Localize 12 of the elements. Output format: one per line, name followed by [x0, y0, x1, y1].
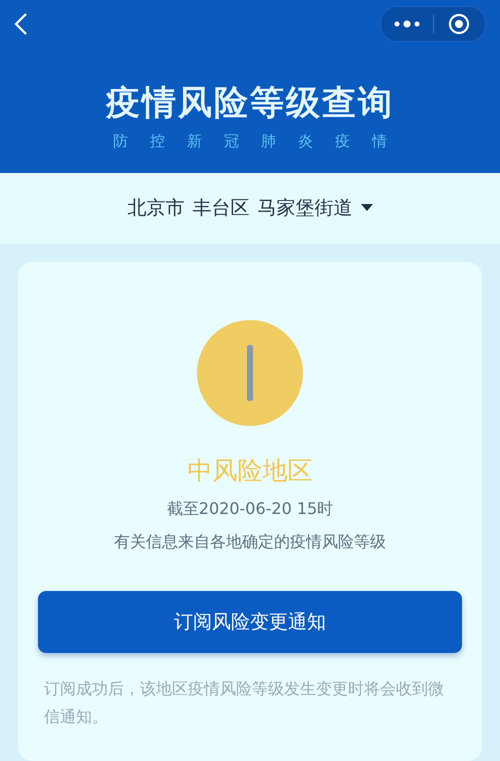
- subscribe-button[interactable]: 订阅风险变更通知: [38, 591, 462, 653]
- dropdown-icon: [360, 204, 372, 212]
- close-icon[interactable]: [448, 13, 470, 35]
- risk-level: 中风险地区: [188, 455, 312, 487]
- update-time: 截至2020-06-20 15时: [166, 499, 334, 520]
- location-selector[interactable]: 北京市 丰台区 马家堡街道: [0, 172, 500, 244]
- source-note: 有关信息来自各地确定的疫情风险等级: [114, 532, 386, 553]
- more-icon[interactable]: [394, 20, 420, 28]
- page-title: 疫情风险等级查询: [106, 82, 394, 125]
- page-subtitle: 防控新冠肺炎疫情: [113, 132, 409, 151]
- back-icon[interactable]: [14, 12, 28, 36]
- subscribe-note: 订阅成功后，该地区疫情风险等级发生变更时将会收到微信通知。: [43, 678, 445, 728]
